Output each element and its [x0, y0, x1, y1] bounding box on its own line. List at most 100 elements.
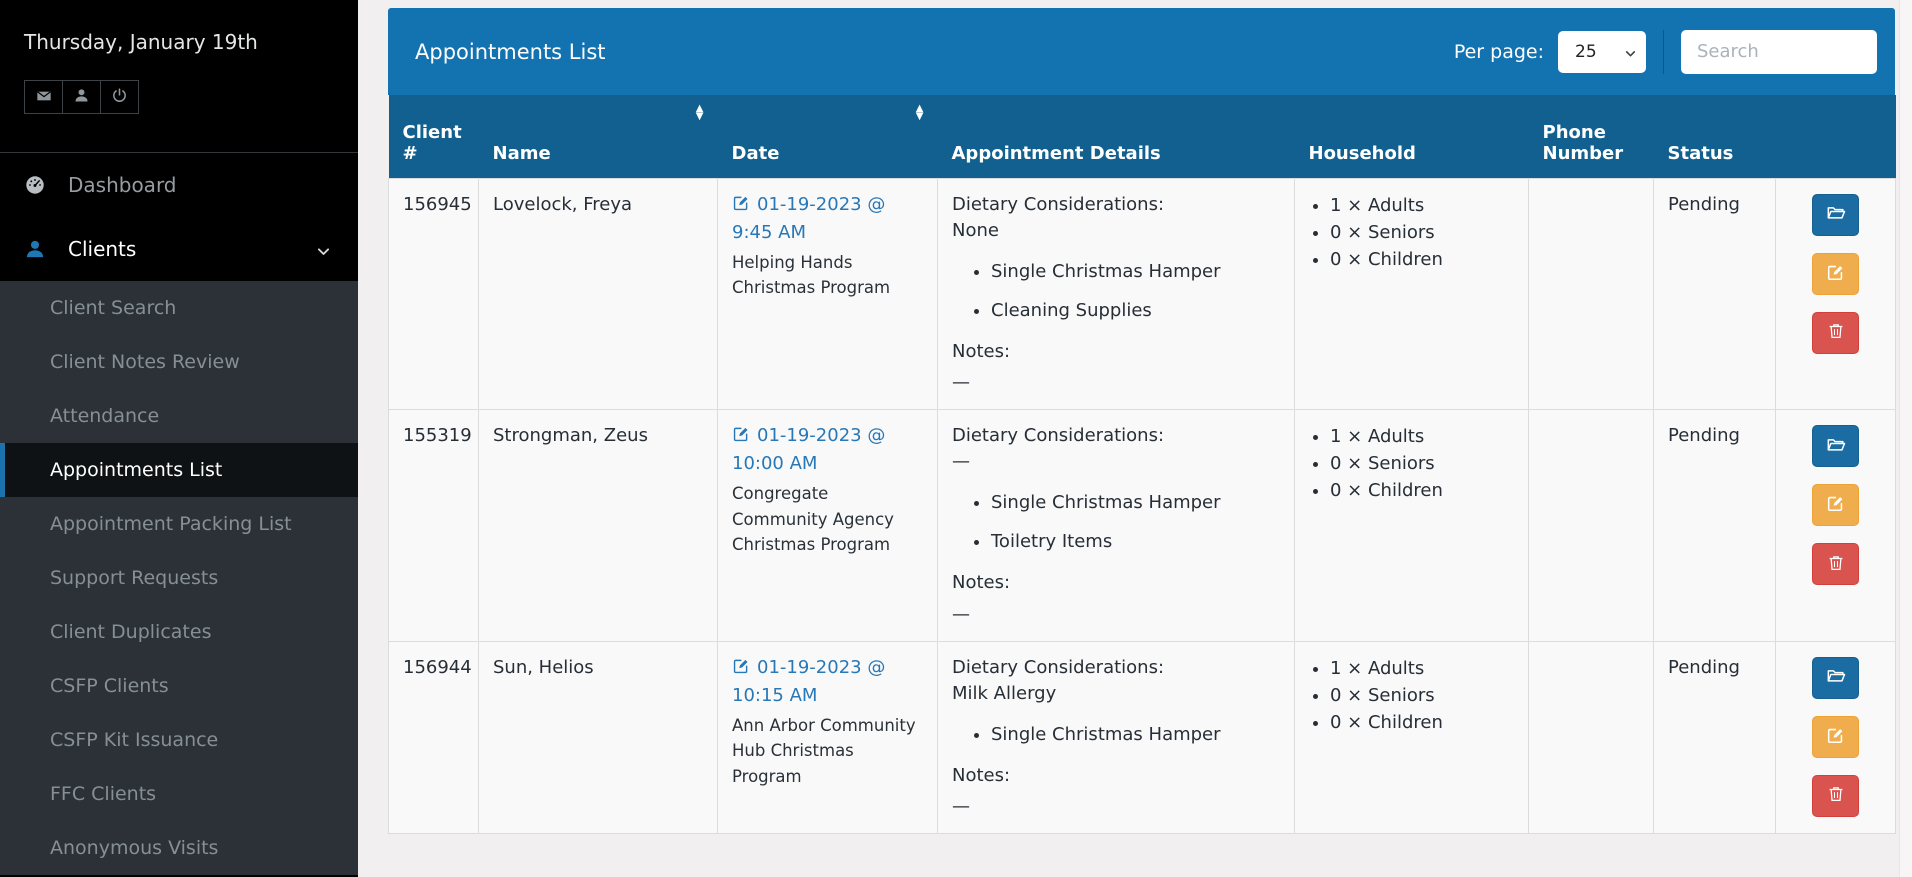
- envelope-icon: [35, 88, 53, 107]
- delete-appointment-button[interactable]: [1812, 312, 1859, 354]
- status-cell: Pending: [1654, 410, 1776, 642]
- hamper-items-list: Single Christmas Hamper Cleaning Supplie…: [952, 259, 1280, 324]
- sidebar-item-support-requests[interactable]: Support Requests: [0, 551, 358, 605]
- sidebar-item-appointment-packing-list[interactable]: Appointment Packing List: [0, 497, 358, 551]
- appointment-date-link[interactable]: 01-19-2023 @ 10:15 AM: [732, 657, 885, 706]
- list-item: Single Christmas Hamper: [991, 259, 1280, 285]
- list-item: 0 × Seniors: [1330, 220, 1514, 246]
- appointment-date-link[interactable]: 01-19-2023 @ 10:00 AM: [732, 425, 885, 474]
- sidebar-item-csfp-clients[interactable]: CSFP Clients: [0, 659, 358, 713]
- search-input[interactable]: [1681, 30, 1877, 74]
- sidebar-item-attendance[interactable]: Attendance: [0, 389, 358, 443]
- dietary-value: Milk Allergy: [952, 681, 1280, 707]
- hamper-items-list: Single Christmas Hamper: [952, 722, 1280, 748]
- date-link-label: 01-19-2023 @ 10:00 AM: [732, 425, 885, 474]
- phone-number-cell: [1529, 410, 1654, 642]
- table-row: 156944 Sun, Helios 01-19-2023 @ 10:15 AM…: [389, 641, 1896, 833]
- scrollbar[interactable]: [1899, 0, 1912, 877]
- edit-appointment-button[interactable]: [1812, 716, 1859, 758]
- list-item: 0 × Children: [1330, 710, 1514, 736]
- clients-icon: [24, 238, 46, 260]
- sidebar-top: Thursday, January 19th: [0, 0, 358, 114]
- household-cell: 1 × Adults 0 × Seniors 0 × Children: [1295, 178, 1529, 410]
- edit-icon: [732, 427, 750, 448]
- logout-button[interactable]: [100, 80, 139, 114]
- notes-value: —: [952, 370, 1280, 396]
- date-cell: 01-19-2023 @ 10:00 AM Congregate Communi…: [718, 410, 938, 642]
- open-appointment-button[interactable]: [1812, 657, 1859, 699]
- list-item: 0 × Children: [1330, 478, 1514, 504]
- page-title: Appointments List: [415, 40, 606, 64]
- per-page-label: Per page:: [1454, 41, 1544, 63]
- open-appointment-button[interactable]: [1812, 425, 1859, 467]
- list-item: 0 × Seniors: [1330, 683, 1514, 709]
- sidebar-item-clients[interactable]: Clients: [0, 217, 358, 281]
- appointments-panel: Appointments List Per page: 25: [388, 8, 1895, 834]
- list-item: Toiletry Items: [991, 529, 1280, 555]
- mail-button[interactable]: [24, 80, 63, 114]
- household-list: 1 × Adults 0 × Seniors 0 × Children: [1309, 656, 1514, 736]
- sidebar-item-dashboard[interactable]: Dashboard: [0, 153, 358, 217]
- dietary-label: Dietary Considerations:: [952, 655, 1280, 681]
- sidebar-item-anonymous-visits[interactable]: Anonymous Visits: [0, 821, 358, 875]
- sidebar-item-ffc-clients[interactable]: FFC Clients: [0, 767, 358, 821]
- trash-icon: [1827, 554, 1845, 575]
- sidebar: Thursday, January 19th: [0, 0, 358, 877]
- per-page-select[interactable]: 25: [1558, 31, 1646, 73]
- sidebar-item-label: Client Duplicates: [50, 621, 211, 643]
- hamper-items-list: Single Christmas Hamper Toiletry Items: [952, 490, 1280, 555]
- sidebar-item-client-search[interactable]: Client Search: [0, 281, 358, 335]
- column-header-date[interactable]: Date ▲▼: [718, 95, 938, 178]
- delete-appointment-button[interactable]: [1812, 543, 1859, 585]
- list-item: 0 × Children: [1330, 247, 1514, 273]
- list-item: 1 × Adults: [1330, 193, 1514, 219]
- actions-cell: [1776, 410, 1896, 642]
- status-cell: Pending: [1654, 178, 1776, 410]
- sidebar-item-label: CSFP Clients: [50, 675, 169, 697]
- notes-label: Notes:: [952, 339, 1280, 365]
- list-item: 1 × Adults: [1330, 424, 1514, 450]
- dietary-label: Dietary Considerations:: [952, 192, 1280, 218]
- sidebar-item-label: Anonymous Visits: [50, 837, 218, 859]
- dietary-value: —: [952, 449, 1280, 475]
- trash-icon: [1827, 322, 1845, 343]
- column-header-client-number: Client #: [389, 95, 479, 178]
- user-button[interactable]: [62, 80, 101, 114]
- dietary-label: Dietary Considerations:: [952, 423, 1280, 449]
- column-header-label: Name: [493, 143, 551, 164]
- appointment-details-cell: Dietary Considerations: None Single Chri…: [938, 178, 1295, 410]
- sort-icon[interactable]: ▲▼: [696, 105, 704, 121]
- sidebar-item-client-duplicates[interactable]: Client Duplicates: [0, 605, 358, 659]
- status-cell: Pending: [1654, 641, 1776, 833]
- sidebar-item-label: Appointment Packing List: [50, 513, 292, 535]
- sidebar-nav: Dashboard Clients Client Search Client N…: [0, 153, 358, 875]
- name-cell: Strongman, Zeus: [479, 410, 718, 642]
- column-header-household: Household: [1295, 95, 1529, 178]
- sidebar-item-label: FFC Clients: [50, 783, 156, 805]
- sidebar-item-appointments-list[interactable]: Appointments List: [0, 443, 358, 497]
- name-cell: Sun, Helios: [479, 641, 718, 833]
- list-item: Single Christmas Hamper: [991, 722, 1280, 748]
- column-header-appointment-details: Appointment Details: [938, 95, 1295, 178]
- sort-icon[interactable]: ▲▼: [916, 105, 924, 121]
- edit-appointment-button[interactable]: [1812, 484, 1859, 526]
- edit-icon: [732, 196, 750, 217]
- sidebar-item-label: Clients: [68, 237, 136, 261]
- appointments-table: Client # Name ▲▼ Date ▲▼ Appointment Detai…: [388, 95, 1896, 834]
- edit-appointment-button[interactable]: [1812, 253, 1859, 295]
- open-appointment-button[interactable]: [1812, 194, 1859, 236]
- notes-value: —: [952, 602, 1280, 628]
- sidebar-item-client-notes-review[interactable]: Client Notes Review: [0, 335, 358, 389]
- gauge-icon: [24, 174, 46, 196]
- heading-divider: [1663, 30, 1664, 74]
- sidebar-item-csfp-kit-issuance[interactable]: CSFP Kit Issuance: [0, 713, 358, 767]
- sidebar-item-label: Appointments List: [50, 459, 222, 481]
- delete-appointment-button[interactable]: [1812, 775, 1859, 817]
- phone-number-cell: [1529, 178, 1654, 410]
- appointment-date-link[interactable]: 01-19-2023 @ 9:45 AM: [732, 194, 885, 243]
- edit-icon: [732, 659, 750, 680]
- quick-actions: [24, 80, 334, 114]
- column-header-label: Date: [732, 143, 780, 164]
- column-header-name[interactable]: Name ▲▼: [479, 95, 718, 178]
- trash-icon: [1827, 785, 1845, 806]
